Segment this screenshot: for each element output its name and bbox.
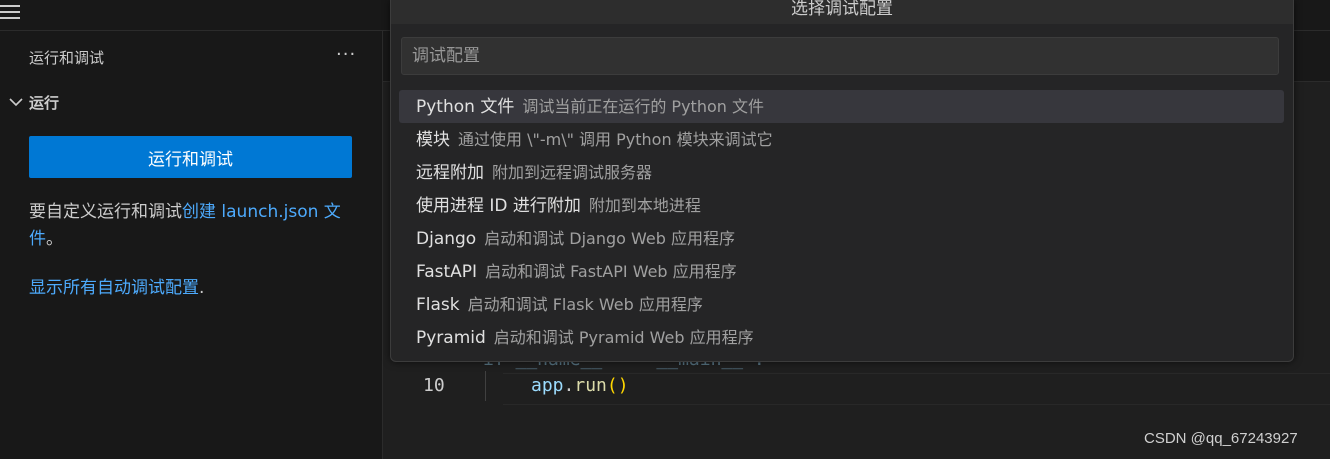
config-item-label: 远程附加 xyxy=(416,163,484,183)
section-label: 运行 xyxy=(29,93,60,112)
config-item-description: 附加到远程调试服务器 xyxy=(492,163,653,182)
show-all-auto-debug-configs-link[interactable]: 显示所有自动调试配置 xyxy=(29,278,199,298)
line-number: 10 xyxy=(423,375,445,396)
code-line[interactable]: app.run() xyxy=(531,375,629,396)
config-item-attach-process-id[interactable]: 使用进程 ID 进行附加 附加到本地进程 xyxy=(399,189,1284,222)
config-item-label: Python 文件 xyxy=(416,97,515,117)
quick-pick-title: 选择调试配置 xyxy=(391,0,1293,24)
help-text-suffix: 。 xyxy=(46,229,63,249)
config-item-description: 启动和调试 Flask Web 应用程序 xyxy=(467,295,703,314)
run-debug-sidebar: 运行和调试 ··· 运行 运行和调试 要自定义运行和调试创建 launch.js… xyxy=(0,31,383,459)
config-item-description: 通过使用 \"-m\" 调用 Python 模块来调试它 xyxy=(458,130,773,149)
sidebar-title: 运行和调试 xyxy=(29,49,105,67)
code-dot: . xyxy=(563,375,575,396)
config-item-label: 使用进程 ID 进行附加 xyxy=(416,196,581,216)
show-all-period: . xyxy=(199,278,205,298)
hamburger-menu-icon[interactable] xyxy=(0,3,20,21)
code-object: app xyxy=(531,375,564,396)
help-text: 要自定义运行和调试创建 launch.json 文件。 xyxy=(29,199,359,253)
code-parens: () xyxy=(606,375,629,396)
config-item-description: 附加到本地进程 xyxy=(588,196,701,215)
indent-guide xyxy=(485,371,486,401)
more-actions-icon[interactable]: ··· xyxy=(336,44,356,65)
config-item-label: FastAPI xyxy=(416,262,478,282)
config-item-description: 启动和调试 FastAPI Web 应用程序 xyxy=(485,262,737,281)
config-item-label: Flask xyxy=(416,295,460,315)
config-item-label: Django xyxy=(416,229,477,249)
config-item-python-file[interactable]: Python 文件 调试当前正在运行的 Python 文件 xyxy=(399,90,1284,123)
config-item-remote-attach[interactable]: 远程附加 附加到远程调试服务器 xyxy=(399,156,1284,189)
config-item-description: 启动和调试 Pyramid Web 应用程序 xyxy=(493,328,754,347)
config-item-label: Pyramid xyxy=(416,328,486,348)
config-item-pyramid[interactable]: Pyramid 启动和调试 Pyramid Web 应用程序 xyxy=(399,321,1284,354)
debug-config-search-input[interactable] xyxy=(401,37,1279,75)
config-item-flask[interactable]: Flask 启动和调试 Flask Web 应用程序 xyxy=(399,288,1284,321)
show-all-configs: 显示所有自动调试配置. xyxy=(29,273,204,298)
config-item-description: 启动和调试 Django Web 应用程序 xyxy=(484,229,736,248)
run-and-debug-button[interactable]: 运行和调试 xyxy=(29,136,352,178)
chevron-down-icon xyxy=(8,94,24,110)
help-text-prefix: 要自定义运行和调试 xyxy=(29,202,182,222)
config-item-label: 模块 xyxy=(416,130,450,150)
select-debug-config-quick-pick: 选择调试配置 Python 文件调试当前正在运行的 Python 文件 模块通过… xyxy=(390,0,1294,362)
config-item-module[interactable]: 模块 通过使用 \"-m\" 调用 Python 模块来调试它 xyxy=(399,123,1284,156)
code-function: run xyxy=(574,375,607,396)
debug-config-list: Python 文件 调试当前正在运行的 Python 文件 模块 通过使用 \"-m… xyxy=(399,90,1284,354)
config-item-fastapi[interactable]: FastAPI 启动和调试 FastAPI Web 应用程序 xyxy=(399,255,1284,288)
csdn-watermark: CSDN @qq_67243927 xyxy=(1144,430,1298,447)
run-section-header[interactable]: 运行 xyxy=(8,91,59,113)
config-item-django[interactable]: Django 启动和调试 Django Web 应用程序 xyxy=(399,222,1284,255)
config-item-description: 调试当前正在运行的 Python 文件 xyxy=(522,97,764,116)
